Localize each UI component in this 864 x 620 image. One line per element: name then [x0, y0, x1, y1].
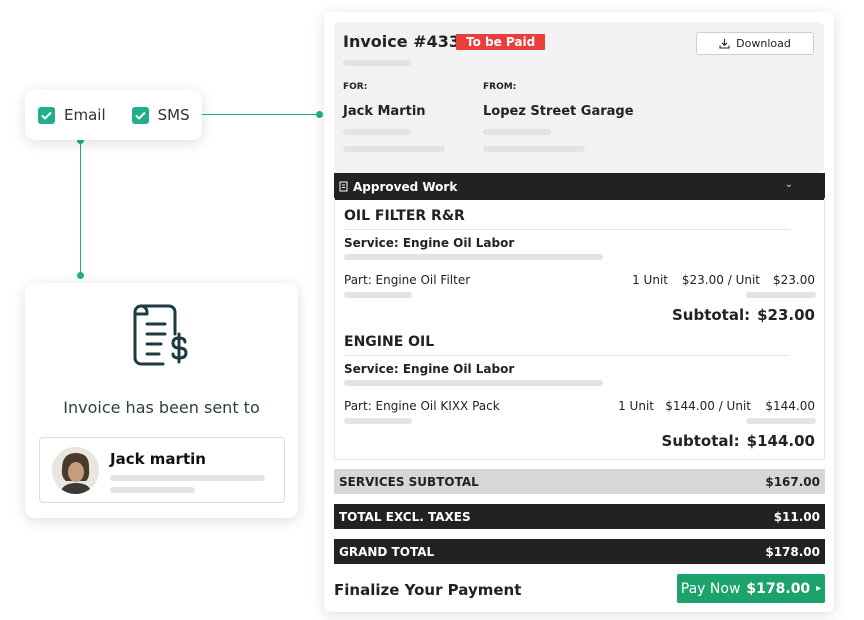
- grand-total-row: GRAND TOTAL $178.00: [334, 539, 825, 564]
- divider: [344, 229, 790, 230]
- job-title: OIL FILTER R&R: [344, 208, 465, 224]
- connector-vertical: [80, 140, 81, 278]
- approved-work-list: OIL FILTER R&R Service: Engine Oil Labor…: [334, 198, 825, 460]
- download-label: Download: [736, 37, 791, 50]
- part-unit-price: $144.00 / Unit: [665, 399, 751, 413]
- pay-now-button[interactable]: Pay Now $178.00 ▸: [677, 574, 825, 603]
- grand-total-value: $178.00: [765, 544, 820, 559]
- subtotal-label: Subtotal:: [661, 432, 740, 450]
- job-title: ENGINE OIL: [344, 334, 435, 350]
- invoice-dollar-icon: [133, 304, 188, 366]
- chevron-down-icon[interactable]: ⌄: [785, 179, 793, 190]
- status-badge: To be Paid: [456, 34, 546, 50]
- subtotal-label: Subtotal:: [671, 306, 751, 324]
- customer-name: Jack Martin: [343, 104, 426, 119]
- chevron-right-icon: ▸: [816, 583, 822, 594]
- placeholder-bar: [746, 292, 816, 298]
- download-button[interactable]: Download: [696, 32, 814, 55]
- grand-total-label: GRAND TOTAL: [339, 544, 435, 559]
- connector-dot: [77, 272, 84, 279]
- checkmark-icon: [38, 106, 55, 124]
- services-subtotal-label: SERVICES SUBTOTAL: [339, 474, 479, 489]
- invoice-sent-card: Invoice has been sent to Jack martin: [25, 283, 298, 518]
- for-label: FOR:: [343, 82, 368, 92]
- approved-work-header[interactable]: Approved Work ⌄: [334, 173, 825, 200]
- email-label: Email: [64, 106, 106, 124]
- service-line: Service: Engine Oil Labor: [344, 362, 515, 376]
- connector-dot: [316, 111, 323, 118]
- part-amount: $144.00: [765, 399, 815, 413]
- recipient-name: Jack martin: [110, 450, 206, 468]
- placeholder-bar: [110, 487, 195, 493]
- placeholder-bar: [344, 380, 603, 386]
- subtotal-value: $144.00: [746, 432, 815, 450]
- subtotal-value: $23.00: [757, 306, 815, 324]
- divider: [344, 355, 790, 356]
- part-line: Part: Engine Oil Filter: [344, 273, 471, 287]
- sms-label: SMS: [157, 106, 190, 124]
- approved-work-title: Approved Work: [353, 179, 458, 194]
- total-excl-taxes-label: TOTAL EXCL. TAXES: [339, 509, 471, 524]
- service-line: Service: Engine Oil Labor: [344, 236, 515, 250]
- pay-now-label: Pay Now: [680, 580, 741, 597]
- placeholder-bar: [343, 146, 445, 152]
- total-excl-taxes-value: $11.00: [773, 509, 820, 524]
- placeholder-bar: [746, 418, 816, 424]
- avatar: [52, 447, 99, 494]
- placeholder-bar: [483, 146, 585, 152]
- placeholder-bar: [344, 292, 412, 298]
- placeholder-bar: [483, 129, 551, 135]
- part-amount: $23.00: [773, 273, 815, 287]
- services-subtotal-value: $167.00: [765, 474, 820, 489]
- part-quantity: 1 Unit: [632, 273, 668, 287]
- placeholder-bar: [344, 254, 603, 260]
- services-subtotal-row: SERVICES SUBTOTAL $167.00: [334, 469, 825, 494]
- job-subtotal: Subtotal: $144.00: [662, 432, 815, 450]
- placeholder-bar: [344, 418, 412, 424]
- finalize-payment-label: Finalize Your Payment: [334, 581, 522, 599]
- document-icon: [339, 181, 348, 192]
- notification-channels-card: Email SMS: [25, 90, 202, 140]
- invoice-card: Invoice #43312 To be Paid Download FOR: …: [324, 12, 834, 612]
- job-subtotal: Subtotal: $23.00: [672, 306, 815, 324]
- part-quantity: 1 Unit: [618, 399, 654, 413]
- invoice-header: Invoice #43312 To be Paid Download FOR: …: [334, 22, 824, 173]
- placeholder-bar: [343, 60, 411, 66]
- part-unit-price: $23.00 / Unit: [681, 273, 760, 287]
- total-excl-taxes-row: TOTAL EXCL. TAXES $11.00: [334, 504, 825, 529]
- checkmark-icon: [131, 106, 149, 124]
- from-label: FROM:: [483, 82, 517, 92]
- placeholder-bar: [343, 129, 411, 135]
- shop-name: Lopez Street Garage: [483, 104, 634, 119]
- connector-horizontal: [202, 114, 319, 115]
- email-checkbox[interactable]: Email: [38, 106, 106, 124]
- download-icon: [719, 39, 730, 49]
- part-line: Part: Engine Oil KIXX Pack: [344, 399, 500, 413]
- placeholder-bar: [110, 475, 265, 481]
- pay-now-amount: $178.00: [746, 580, 811, 597]
- recipient-card: Jack martin: [39, 437, 285, 503]
- sms-checkbox[interactable]: SMS: [131, 106, 190, 124]
- invoice-sent-message: Invoice has been sent to: [63, 398, 260, 417]
